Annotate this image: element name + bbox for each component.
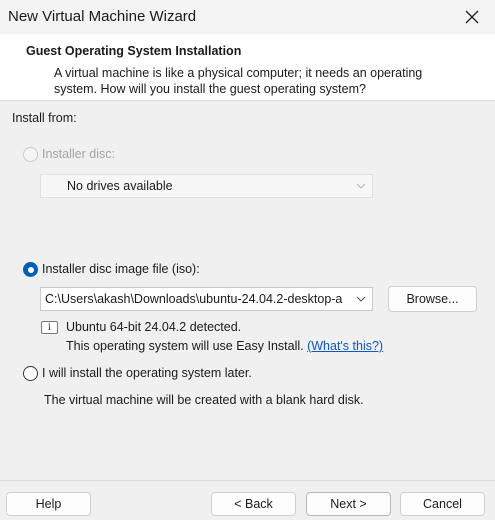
detected-text: Ubuntu 64-bit 24.04.2 detected. [66,320,242,334]
installer-disc-dropdown[interactable]: No drives available [40,174,373,198]
page-description: A virtual machine is like a physical com… [54,66,423,96]
title-bar: New Virtual Machine Wizard [0,0,495,34]
wizard-header: Guest Operating System Installation A vi… [0,34,495,101]
install-later-description: The virtual machine will be created with… [44,393,364,407]
chevron-down-icon [356,183,366,189]
next-button[interactable]: Next > [306,492,391,516]
back-button[interactable]: < Back [211,492,296,516]
install-later-radio[interactable] [23,366,38,381]
cancel-button[interactable]: Cancel [400,492,485,516]
installer-disc-radio[interactable] [23,147,38,162]
browse-button[interactable]: Browse... [388,286,477,312]
easy-install-line: This operating system will use Easy Inst… [66,339,383,353]
iso-path-value: C:\Users\akash\Downloads\ubuntu-24.04.2-… [45,292,343,306]
chevron-down-icon [356,296,366,302]
close-icon [465,10,479,24]
iso-radio[interactable] [23,262,38,277]
help-button[interactable]: Help [6,492,91,516]
window-title: New Virtual Machine Wizard [8,8,197,25]
footer-divider [0,480,495,481]
iso-path-combobox[interactable]: C:\Users\akash\Downloads\ubuntu-24.04.2-… [40,287,373,311]
install-later-label: I will install the operating system late… [42,366,252,380]
install-from-label: Install from: [12,111,77,125]
page-title: Guest Operating System Installation [26,44,242,58]
iso-label: Installer disc image file (iso): [42,262,200,276]
installer-disc-dropdown-value: No drives available [67,179,173,193]
installer-disc-label: Installer disc: [42,147,115,161]
close-button[interactable] [449,0,495,34]
info-icon: i [41,321,58,334]
easy-install-text: This operating system will use Easy Inst… [66,339,304,353]
whats-this-link[interactable]: (What's this?) [307,339,383,353]
